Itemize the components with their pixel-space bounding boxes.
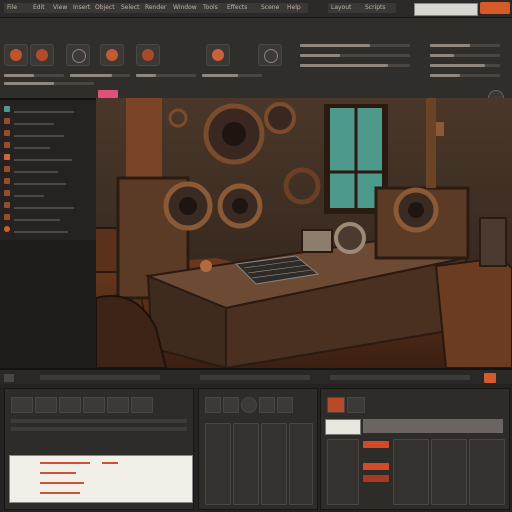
layer-column[interactable] <box>393 439 429 505</box>
doc-stroke <box>40 472 76 474</box>
menu-item-0[interactable]: File <box>4 3 30 13</box>
menu-item-2[interactable]: View <box>50 3 72 13</box>
list-item[interactable] <box>4 200 90 211</box>
menu-item-6[interactable]: Render <box>142 3 172 13</box>
slider[interactable] <box>300 44 410 47</box>
top-action-button[interactable] <box>480 2 510 14</box>
menu-item-10[interactable]: Scene <box>258 3 286 13</box>
list-item[interactable] <box>4 176 90 187</box>
material-icon[interactable] <box>100 44 124 66</box>
node-column[interactable] <box>261 423 287 505</box>
menu-bar: File Edit View Insert Object Select Rend… <box>0 0 512 18</box>
timeline-track[interactable] <box>200 375 310 380</box>
panel-icon[interactable] <box>205 397 221 413</box>
panel-icon[interactable] <box>11 397 33 413</box>
node-column[interactable] <box>233 423 259 505</box>
left-panel <box>0 100 97 240</box>
slider[interactable] <box>430 64 500 67</box>
slider[interactable] <box>430 74 500 77</box>
list-item[interactable] <box>4 128 90 139</box>
doc-stroke <box>40 462 90 464</box>
layers-panel <box>320 388 510 510</box>
camera-icon[interactable] <box>30 44 54 66</box>
layer-active[interactable] <box>363 463 389 470</box>
slider[interactable] <box>300 64 410 67</box>
doc-stroke <box>40 492 80 494</box>
list-item[interactable] <box>4 224 90 235</box>
menu-item-4[interactable]: Object <box>92 3 120 13</box>
node-column[interactable] <box>289 423 313 505</box>
panel-icon[interactable] <box>223 397 239 413</box>
list-item[interactable] <box>4 164 90 175</box>
layer-column[interactable] <box>327 439 359 505</box>
divider <box>11 427 187 431</box>
list-item[interactable] <box>4 104 90 115</box>
menu-item-1[interactable]: Edit <box>30 3 52 13</box>
slider[interactable] <box>4 82 94 85</box>
panel-icon[interactable] <box>327 397 345 413</box>
record-button[interactable] <box>484 373 496 383</box>
search-input[interactable] <box>414 3 478 16</box>
list-item[interactable] <box>4 188 90 199</box>
layer-active[interactable] <box>363 441 389 448</box>
menu-item-3[interactable]: Insert <box>70 3 94 13</box>
layer-column[interactable] <box>431 439 467 505</box>
timeline-track[interactable] <box>330 375 470 380</box>
slider[interactable] <box>4 74 64 77</box>
transform-icon[interactable] <box>206 44 230 66</box>
scene-render <box>96 98 512 368</box>
list-item[interactable] <box>4 116 90 127</box>
list-item[interactable] <box>4 140 90 151</box>
node-icon[interactable] <box>136 44 160 66</box>
slider[interactable] <box>430 54 500 57</box>
node-column[interactable] <box>205 423 231 505</box>
light-icon[interactable] <box>66 44 90 66</box>
doc-stroke <box>40 482 84 484</box>
layer-active[interactable] <box>363 475 389 482</box>
slider[interactable] <box>300 54 410 57</box>
slider[interactable] <box>202 74 262 77</box>
status-icon[interactable] <box>4 374 14 382</box>
brush-icon[interactable] <box>4 44 28 66</box>
bottom-dock <box>0 384 512 512</box>
panel-icon[interactable] <box>107 397 129 413</box>
divider <box>11 419 187 423</box>
slider[interactable] <box>70 74 130 77</box>
bone-icon[interactable] <box>258 44 282 66</box>
menu-item-12[interactable]: Layout <box>328 3 362 13</box>
menu-item-8[interactable]: Tools <box>200 3 226 13</box>
panel-icon[interactable] <box>259 397 275 413</box>
highlight-button[interactable] <box>98 90 118 98</box>
viewport[interactable] <box>96 98 512 368</box>
toolbar <box>0 18 512 106</box>
slider[interactable] <box>136 74 196 77</box>
panel-icon[interactable] <box>277 397 293 413</box>
menu-item-13[interactable]: Scripts <box>362 3 396 13</box>
menu-item-9[interactable]: Effects <box>224 3 260 13</box>
layer-header[interactable] <box>363 419 503 433</box>
panel-icon[interactable] <box>241 397 257 413</box>
panel-icon[interactable] <box>35 397 57 413</box>
properties-panel <box>4 388 194 510</box>
document-preview[interactable] <box>9 455 193 503</box>
panel-icon[interactable] <box>131 397 153 413</box>
menu-item-5[interactable]: Select <box>118 3 144 13</box>
timeline-track[interactable] <box>40 375 160 380</box>
layer-column[interactable] <box>469 439 505 505</box>
list-item[interactable] <box>4 152 90 163</box>
panel-icon[interactable] <box>59 397 81 413</box>
slider[interactable] <box>430 44 500 47</box>
menu-item-11[interactable]: Help <box>284 3 308 13</box>
panel-icon[interactable] <box>347 397 365 413</box>
doc-stroke <box>102 462 118 464</box>
panel-icon[interactable] <box>83 397 105 413</box>
list-item[interactable] <box>4 212 90 223</box>
node-panel <box>198 388 318 510</box>
menu-item-7[interactable]: Window <box>170 3 202 13</box>
value-field[interactable] <box>325 419 361 435</box>
